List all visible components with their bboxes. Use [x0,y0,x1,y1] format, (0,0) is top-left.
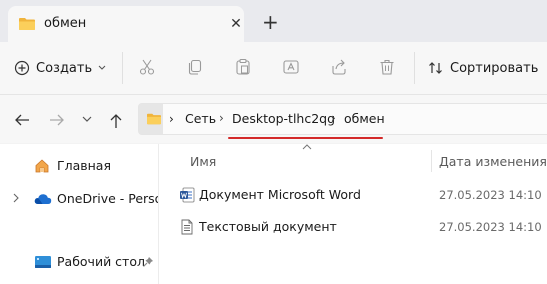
column-header-name[interactable]: Имя [190,154,216,169]
sort-label: Сортировать [450,60,539,76]
cut-icon[interactable] [138,58,156,76]
file-date: 27.05.2023 14:10 [439,220,542,234]
breadcrumb-chevron[interactable]: › [169,112,174,126]
toolbar-divider [414,52,415,84]
new-tab-button[interactable]: + [262,12,279,32]
share-icon[interactable] [330,58,348,76]
desktop-icon [34,255,52,269]
recent-locations-chevron-icon[interactable] [82,116,92,123]
column-divider[interactable] [431,150,432,172]
file-name: Документ Microsoft Word [199,187,361,202]
rename-icon[interactable] [282,58,300,76]
sort-button[interactable]: Сортировать [428,56,538,80]
delete-icon[interactable] [378,58,396,76]
toolbar-divider [122,52,123,84]
red-underline-annotation [228,137,383,139]
breadcrumb-chevron[interactable]: › [219,111,224,125]
chevron-down-icon [98,65,106,71]
breadcrumb-exchange[interactable]: обмен [344,111,385,126]
pin-icon[interactable] [142,256,154,268]
forward-arrow-icon[interactable] [49,113,65,127]
address-bar[interactable]: › Сеть › Desktop-tlhc2qg › обмен [138,103,547,135]
table-row[interactable]: Документ Microsoft Word 27.05.2023 14:10 [175,184,547,206]
breadcrumb-chevron[interactable]: › [331,111,336,125]
paste-icon[interactable] [234,58,252,76]
address-folder-button[interactable] [139,104,163,134]
file-name: Текстовый документ [199,219,337,234]
expand-chevron-icon[interactable] [13,193,20,203]
sidebar-item-onedrive[interactable]: OneDrive - Personal [0,187,158,211]
home-icon [34,158,50,174]
back-arrow-icon[interactable] [14,113,30,127]
breadcrumb-network[interactable]: Сеть [185,111,216,126]
onedrive-cloud-icon [34,192,52,205]
close-tab-icon[interactable]: ✕ [228,16,244,32]
text-document-icon [179,219,195,235]
up-arrow-icon[interactable] [109,113,123,129]
breadcrumb-desktop-host[interactable]: Desktop-tlhc2qg [232,111,335,126]
sidebar-item-label: Рабочий стол [57,254,145,269]
sidebar-item-home[interactable]: Главная [0,154,158,178]
tab-title: обмен [44,16,87,31]
create-button[interactable]: Создать [14,56,106,80]
column-header-date-modified[interactable]: Дата изменения [439,154,547,169]
folder-icon [146,112,162,126]
folder-icon [18,16,36,32]
plus-circle-icon [14,60,30,76]
sidebar-item-desktop[interactable]: Рабочий стол [0,250,158,274]
file-date: 27.05.2023 14:10 [439,188,542,202]
sidebar-item-label: Главная [57,158,111,173]
command-bar: Создать Сортировать [0,42,547,95]
tab-exchange[interactable]: обмен ✕ [8,6,244,42]
create-label: Создать [36,60,93,76]
table-row[interactable]: Текстовый документ 27.05.2023 14:10 [175,216,547,238]
copy-icon[interactable] [186,58,204,76]
navigation-pane-divider[interactable] [158,144,159,284]
content-area: Главная OneDrive - Personal Рабочий стол… [0,144,547,284]
sort-ascending-caret-icon [302,144,312,150]
sidebar-item-label: OneDrive - Personal [57,191,158,206]
word-document-icon [179,187,195,203]
address-row: › Сеть › Desktop-tlhc2qg › обмен [0,95,547,143]
sort-arrows-icon [428,60,444,76]
